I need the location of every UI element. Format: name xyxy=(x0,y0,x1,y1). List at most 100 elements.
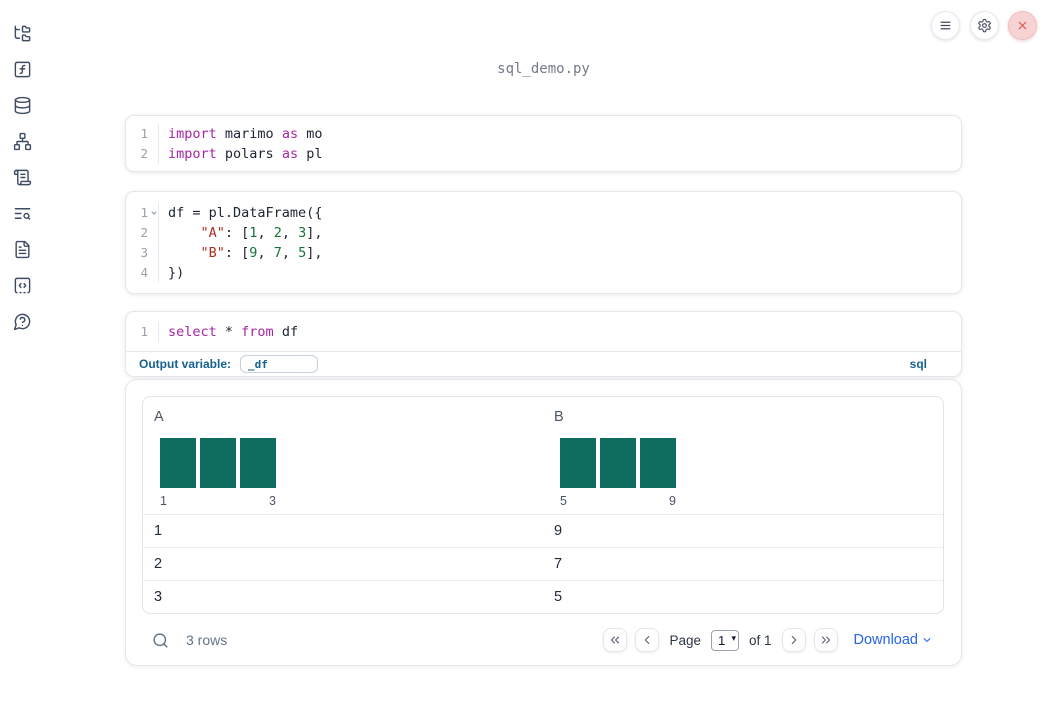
code-text: select * from df xyxy=(168,324,299,340)
table-cell: 2 xyxy=(154,556,163,572)
table-column-header: B 59 xyxy=(543,397,943,514)
histogram-bar[interactable] xyxy=(240,438,276,488)
sidebar-item-datasources[interactable] xyxy=(13,96,32,115)
chevron-right-icon xyxy=(791,635,796,645)
table-cell: 5 xyxy=(554,589,563,605)
notebook-title: sql_demo.py xyxy=(497,61,590,77)
column-header-label[interactable]: B xyxy=(554,409,943,425)
shutdown-button[interactable] xyxy=(1008,11,1037,40)
page-label: Page xyxy=(669,632,701,648)
last-page-button[interactable] xyxy=(813,628,838,652)
table-footer: 3 rows Page 1 of 1 xyxy=(142,622,945,658)
code-text: }) xyxy=(168,265,185,281)
code-line: 1 df = pl.DataFrame({ xyxy=(126,203,961,223)
snippets-icon xyxy=(14,277,31,294)
settings-gear-icon xyxy=(978,18,991,33)
database-icon xyxy=(14,96,31,115)
sidebar-item-dependency-graph[interactable] xyxy=(13,132,32,151)
logs-search-icon xyxy=(14,208,31,220)
sidebar-item-logs[interactable] xyxy=(13,204,32,223)
sidebar-item-file-explorer[interactable] xyxy=(13,24,32,43)
download-button[interactable]: Download xyxy=(854,632,934,648)
download-label: Download xyxy=(853,632,919,648)
code-line: 4}) xyxy=(126,263,961,283)
chevron-down-icon xyxy=(923,638,931,642)
table-body: 192735 xyxy=(143,514,943,613)
page-select-wrap: 1 xyxy=(710,629,739,651)
first-page-button[interactable] xyxy=(603,628,628,652)
table-cell: 1 xyxy=(154,523,163,539)
code-line: 3 "B": [9, 7, 5], xyxy=(126,243,961,263)
code-editor[interactable]: 1 import marimo as mo 2 import polars as pl xyxy=(126,116,961,171)
table-search-button[interactable] xyxy=(152,632,169,649)
sidebar-item-documentation[interactable] xyxy=(13,240,32,259)
chevrons-left-icon xyxy=(611,636,620,644)
sidebar-item-variables[interactable] xyxy=(13,60,32,79)
histogram-bar[interactable] xyxy=(640,438,676,488)
table-cell: 7 xyxy=(554,556,563,572)
previous-page-button[interactable] xyxy=(635,628,660,652)
histogram-bar[interactable] xyxy=(560,438,596,488)
function-square-icon xyxy=(14,61,31,78)
code-line: 1 select * from df xyxy=(126,322,961,342)
line-number-gutter: 4 xyxy=(126,263,159,283)
close-icon xyxy=(1018,21,1027,30)
settings-button[interactable] xyxy=(970,11,999,40)
column-histogram[interactable] xyxy=(560,438,676,488)
next-page-button[interactable] xyxy=(781,628,806,652)
histogram-bar[interactable] xyxy=(160,438,196,488)
histogram-bar[interactable] xyxy=(200,438,236,488)
sidebar-item-help[interactable] xyxy=(13,312,32,331)
sql-language-label: sql xyxy=(909,357,927,371)
line-number-gutter: 1 xyxy=(126,203,159,223)
histogram-axis: 59 xyxy=(560,494,676,508)
histogram-axis: 13 xyxy=(160,494,276,508)
code-text: import marimo as mo xyxy=(168,126,323,142)
line-number-gutter: 1 xyxy=(126,322,159,342)
scroll-icon xyxy=(13,169,32,186)
chevron-left-icon xyxy=(645,635,650,645)
document-icon xyxy=(15,240,30,259)
code-cell-sql[interactable]: 1 select * from df Output variable: sql xyxy=(125,311,962,377)
table-cell: 3 xyxy=(154,589,163,605)
code-line: 2 import polars as pl xyxy=(126,144,961,164)
sql-editor[interactable]: 1 select * from df xyxy=(126,312,961,352)
line-number-gutter: 2 xyxy=(126,223,159,243)
table-header-row: A13B59 xyxy=(143,397,943,514)
line-number-gutter: 2 xyxy=(126,144,159,164)
notebook-area: sql_demo.py 1 import marimo as mo 2 import … xyxy=(125,0,962,713)
fold-chevron-icon[interactable] xyxy=(150,207,158,220)
output-variable-input[interactable] xyxy=(240,355,319,373)
row-count-label: 3 rows xyxy=(186,632,228,648)
page-of-label: of 1 xyxy=(748,632,772,648)
sidebar-item-snippets[interactable] xyxy=(13,276,32,295)
table-row[interactable]: 19 xyxy=(143,514,943,547)
table-cell: 9 xyxy=(554,523,563,539)
sidebar-item-scratchpad[interactable] xyxy=(13,168,32,187)
histogram-bar[interactable] xyxy=(600,438,636,488)
sql-cell-footer: Output variable: sql xyxy=(126,351,961,376)
line-number-gutter: 3 xyxy=(126,243,159,263)
code-line: 1 import marimo as mo xyxy=(126,124,961,144)
chevrons-right-icon xyxy=(821,636,830,644)
file-tree-icon xyxy=(14,25,31,42)
table-row[interactable]: 27 xyxy=(143,547,943,580)
histogram-max-label: 9 xyxy=(669,494,676,508)
table-row[interactable]: 35 xyxy=(143,580,943,613)
code-editor[interactable]: 1 df = pl.DataFrame({2 "A": [1, 2, 3], 3 "… xyxy=(126,192,961,293)
column-header-label[interactable]: A xyxy=(154,409,543,425)
code-cell-imports[interactable]: 1 import marimo as mo 2 import polars as pl xyxy=(125,115,962,172)
column-histogram[interactable] xyxy=(160,438,276,488)
histogram-min-label: 1 xyxy=(160,494,167,508)
code-text: "B": [9, 7, 5], xyxy=(200,245,323,261)
histogram-max-label: 3 xyxy=(269,494,276,508)
line-number-gutter: 1 xyxy=(126,124,159,144)
dependency-graph-icon xyxy=(13,132,32,151)
code-cell-dataframe[interactable]: 1 df = pl.DataFrame({2 "A": [1, 2, 3], 3 "… xyxy=(125,191,962,294)
table-column-header: A13 xyxy=(143,397,543,514)
code-text: "A": [1, 2, 3], xyxy=(200,225,323,241)
dataframe-table: A13B59 192735 xyxy=(142,396,944,614)
help-icon xyxy=(13,313,31,331)
page-select[interactable]: 1 xyxy=(710,629,739,651)
search-icon xyxy=(153,632,168,648)
